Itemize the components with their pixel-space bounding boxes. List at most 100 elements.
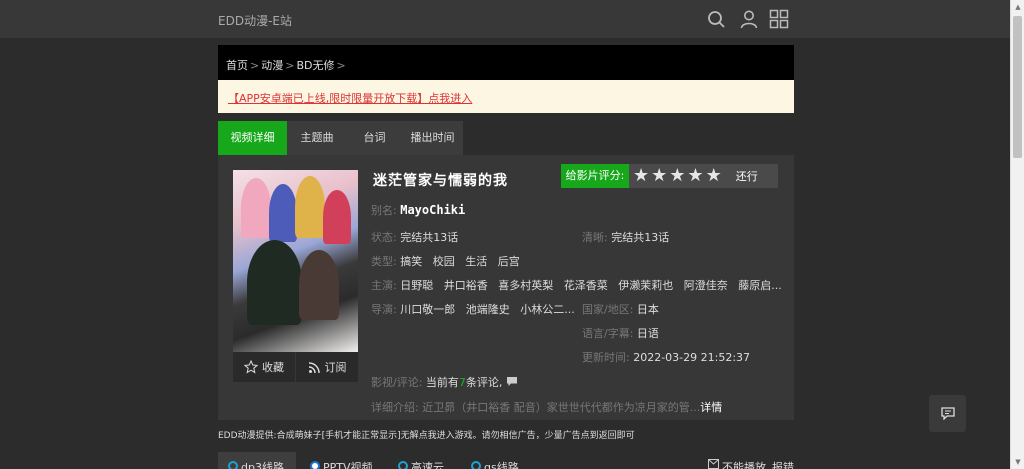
star-icon[interactable]: ★ (669, 165, 685, 187)
region-key: 国家/地区: (582, 303, 634, 316)
tab-theme-song[interactable]: 主题曲 (287, 121, 347, 155)
quality-key: 清晰: (582, 231, 608, 244)
intro-key: 详细介绍: (371, 401, 419, 414)
subscribe-button[interactable]: 订阅 (296, 352, 358, 382)
intro-more-link[interactable]: 详情 (700, 401, 722, 414)
line-radio-icon (310, 461, 320, 469)
line-label: qs线路 (484, 461, 519, 469)
subscribe-label: 订阅 (324, 361, 347, 374)
line-tab-dp3[interactable]: dp3线路 (218, 452, 296, 469)
mail-icon (708, 459, 719, 469)
alias-value: MayoChiki (400, 203, 466, 217)
star-icon[interactable]: ★ (687, 165, 703, 187)
cast-key: 主演: (371, 279, 397, 292)
user-icon[interactable] (739, 9, 759, 29)
poster-actions: 收藏 订阅 (233, 352, 358, 382)
director-row: 导演: 川口敬一郎 池端隆史 小林公二... (371, 301, 575, 317)
breadcrumb-home[interactable]: 首页 (226, 59, 248, 72)
director-link[interactable]: 川口敬一郎 (400, 303, 455, 316)
favorite-button[interactable]: 收藏 (233, 352, 295, 382)
genre-link[interactable]: 生活 (465, 255, 487, 268)
line-label: dp3线路 (241, 461, 284, 469)
language-row: 语言/字幕: 日语 (582, 325, 659, 341)
breadcrumb-anime[interactable]: 动漫 (261, 59, 283, 72)
cant-play-label: 不能播放 (722, 461, 766, 469)
poster-figure (323, 190, 351, 244)
scroll-down-arrow-icon[interactable]: ▼ (1011, 455, 1024, 469)
line-radio-icon (228, 461, 238, 469)
breadcrumb-bd[interactable]: BD无修 (296, 59, 334, 72)
status-row: 状态: 完结共13话 (371, 229, 458, 245)
line-tab-fastcloud[interactable]: 高速云 (398, 452, 444, 469)
message-icon (940, 407, 955, 420)
rating-label: 给影片评分: (561, 164, 629, 188)
region-row: 国家/地区: 日本 (582, 301, 659, 317)
language-value: 日语 (636, 327, 659, 340)
app-download-link[interactable]: 【APP安卓端已上线,限时限量开放下载】点我进入 (228, 92, 472, 105)
director-link[interactable]: 小林公二... (520, 303, 575, 316)
comments-count[interactable]: 7 (459, 376, 466, 389)
comments-row: 影视/评论: 当前有7条评论, (371, 374, 518, 390)
cast-link[interactable]: 伊濑茉莉也 (618, 279, 673, 292)
cast-link[interactable]: 喜多村英梨 (498, 279, 553, 292)
language-key: 语言/字幕: (582, 327, 634, 340)
cast-link[interactable]: 藤原启... (738, 279, 782, 292)
cast-link[interactable]: 阿澄佳奈 (684, 279, 728, 292)
feedback-float-button[interactable] (929, 395, 966, 432)
report-error-label: 报错 (772, 461, 794, 469)
tab-video-details[interactable]: 视频详细 (218, 121, 287, 155)
star-icon[interactable]: ★ (651, 165, 667, 187)
poster-figure (247, 240, 302, 325)
anime-title: 迷茫管家与懦弱的我 (373, 173, 508, 189)
comments-suffix: 条评论, (465, 376, 503, 389)
app-notice-banner: 【APP安卓端已上线,限时限量开放下载】点我进入 (218, 80, 794, 113)
cast-link[interactable]: 花泽香菜 (564, 279, 608, 292)
line-label: 高速云 (411, 461, 444, 469)
updated-key: 更新时间: (582, 351, 630, 364)
tab-lines[interactable]: 台词 (347, 121, 402, 155)
director-key: 导演: (371, 303, 397, 316)
poster-figure (295, 176, 325, 238)
director-link[interactable]: 池端隆史 (466, 303, 510, 316)
star-icon[interactable]: ★ (706, 165, 722, 187)
genre-link[interactable]: 校园 (433, 255, 455, 268)
cast-link[interactable]: 井口裕香 (444, 279, 488, 292)
cast-row: 主演: 日野聪 井口裕香 喜多村英梨 花泽香菜 伊濑茉莉也 阿澄佳奈 藤原启..… (371, 277, 782, 293)
scroll-thumb[interactable] (1013, 16, 1022, 158)
grid-menu-icon[interactable] (769, 9, 789, 29)
cast-link[interactable]: 日野聪 (400, 279, 433, 292)
genre-key: 类型: (371, 255, 397, 268)
quality-value: 完结共13话 (611, 231, 670, 244)
breadcrumb-separator: > (250, 59, 260, 72)
star-icon[interactable]: ★ (633, 165, 649, 187)
favorite-label: 收藏 (262, 361, 284, 374)
rating-text: 还行 (735, 170, 758, 183)
tab-air-time[interactable]: 播出时间 (402, 121, 463, 155)
region-value: 日本 (636, 303, 659, 316)
line-radio-icon (398, 461, 408, 469)
scrollbar[interactable]: ▲ ▼ (1010, 0, 1024, 469)
cant-play-button[interactable]: 不能播放 (708, 452, 766, 469)
comment-icon[interactable] (506, 376, 518, 387)
updated-value: 2022-03-29 21:52:37 (633, 351, 751, 364)
site-title[interactable]: EDD动漫-E站 (218, 12, 292, 29)
play-line-tabs: dp3线路 PPTV视频 高速云 qs线路 不能播放 报错 (218, 452, 794, 469)
poster-figure (299, 250, 339, 320)
alias-row: 别名: MayoChiki (371, 202, 465, 218)
intro-row: 详细介绍: 近卫昴（井口裕香 配音）家世世代代都作为凉月家的管...详情 (371, 399, 722, 415)
line-tab-pptv[interactable]: PPTV视频 (310, 452, 373, 469)
status-value: 完结共13话 (400, 231, 459, 244)
report-error-button[interactable]: 报错 (772, 452, 794, 469)
line-tab-qs[interactable]: qs线路 (471, 452, 519, 469)
top-nav-bar: EDD动漫-E站 (0, 0, 1010, 38)
genre-link[interactable]: 搞笑 (400, 255, 422, 268)
search-icon[interactable] (706, 9, 726, 29)
star-outline-icon (244, 360, 258, 374)
poster-figure (241, 178, 271, 238)
poster-figure (269, 184, 297, 242)
scroll-up-arrow-icon[interactable]: ▲ (1011, 0, 1024, 14)
video-detail-panel: 收藏 订阅 迷茫管家与懦弱的我 给影片评分: ★ ★ ★ ★ ★ 还行 别名: … (218, 155, 794, 420)
anime-poster[interactable] (233, 170, 358, 352)
line-radio-icon (471, 461, 481, 469)
genre-link[interactable]: 后宫 (498, 255, 520, 268)
